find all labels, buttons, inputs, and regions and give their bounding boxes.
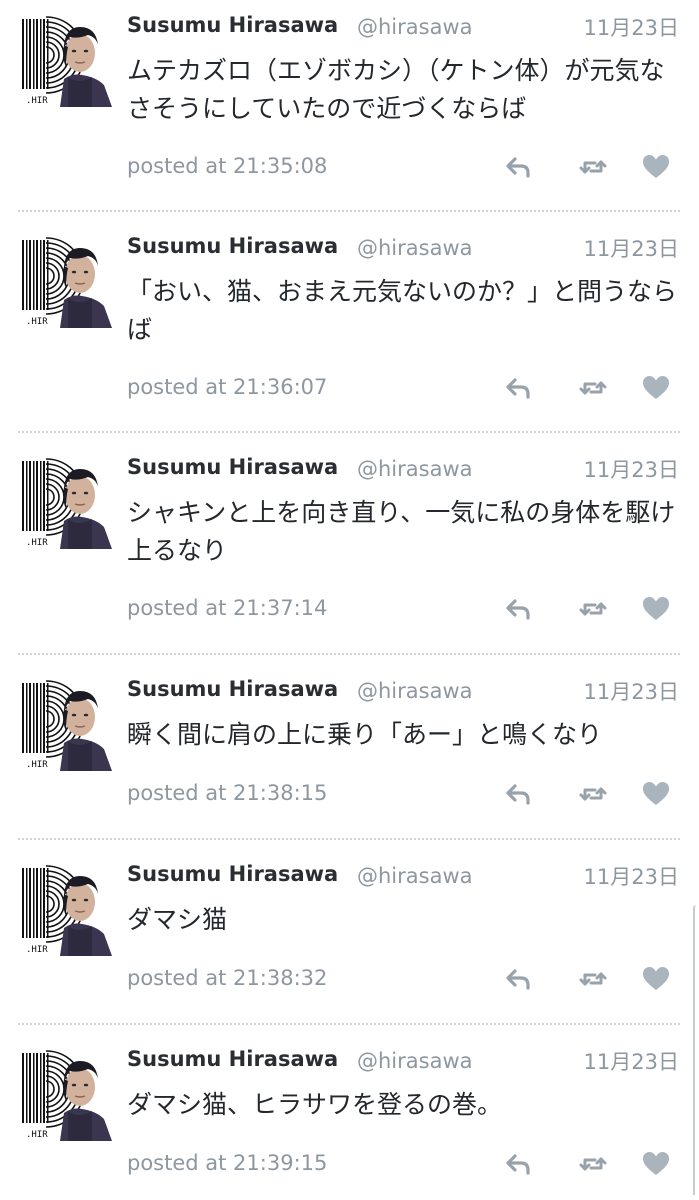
author-handle[interactable]: @hirasawa — [357, 1049, 473, 1073]
tweet-text: ダマシ猫 — [127, 905, 228, 934]
author-name[interactable]: Susumu Hirasawa — [127, 1047, 338, 1071]
avatar-caption: .HIR — [26, 760, 48, 770]
retweet-icon[interactable] — [578, 152, 608, 182]
author-handle[interactable]: @hirasawa — [357, 15, 473, 39]
author-name[interactable]: Susumu Hirasawa — [127, 234, 338, 258]
author-name[interactable]: Susumu Hirasawa — [127, 455, 338, 479]
avatar-caption: .HIR — [26, 96, 48, 106]
reply-icon[interactable] — [504, 1149, 534, 1179]
heart-icon[interactable] — [641, 1149, 671, 1179]
author-name[interactable]: Susumu Hirasawa — [127, 862, 338, 886]
reply-icon[interactable] — [504, 964, 534, 994]
tweet-item[interactable]: .HIR Susumu Hirasawa @hirasawa 11月23日 瞬く… — [0, 664, 699, 839]
tweet-divider — [18, 838, 680, 840]
tweet-item[interactable]: .HIR Susumu Hirasawa @hirasawa 11月23日 ダマ… — [0, 1034, 699, 1200]
posted-time: posted at 21:39:15 — [127, 1151, 328, 1175]
tweet-divider — [18, 431, 680, 433]
author-handle[interactable]: @hirasawa — [357, 864, 473, 888]
heart-icon[interactable] — [641, 594, 671, 624]
avatar-caption: .HIR — [26, 1130, 48, 1140]
scroll-indicator[interactable] — [693, 905, 699, 1195]
posted-time: posted at 21:35:08 — [127, 154, 328, 178]
retweet-icon[interactable] — [578, 373, 608, 403]
avatar[interactable]: .HIR — [20, 15, 112, 107]
posted-time: posted at 21:37:14 — [127, 596, 328, 620]
tweet-item[interactable]: .HIR Susumu Hirasawa @hirasawa 11月23日 シャ… — [0, 442, 699, 663]
tweet-text: ダマシ猫、ヒラサワを登るの巻。 — [127, 1090, 503, 1119]
retweet-icon[interactable] — [578, 1149, 608, 1179]
avatar-caption: .HIR — [26, 317, 48, 327]
retweet-icon[interactable] — [578, 964, 608, 994]
avatar-caption: .HIR — [26, 538, 48, 548]
author-handle[interactable]: @hirasawa — [357, 679, 473, 703]
reply-icon[interactable] — [504, 152, 534, 182]
heart-icon[interactable] — [641, 964, 671, 994]
tweet-item[interactable]: .HIR Susumu Hirasawa @hirasawa 11月23日 「お… — [0, 221, 699, 442]
heart-icon[interactable] — [641, 152, 671, 182]
avatar[interactable]: .HIR — [20, 864, 112, 956]
author-name[interactable]: Susumu Hirasawa — [127, 13, 338, 37]
tweet-text: 瞬く間に肩の上に乗り「あー」と鳴くなり — [127, 720, 603, 749]
author-name[interactable]: Susumu Hirasawa — [127, 677, 338, 701]
avatar-caption: .HIR — [26, 945, 48, 955]
tweet-divider — [18, 210, 680, 212]
author-handle[interactable]: @hirasawa — [357, 457, 473, 481]
reply-icon[interactable] — [504, 373, 534, 403]
tweet-item[interactable]: .HIR Susumu Hirasawa @hirasawa 11月23日 ムテ… — [0, 0, 699, 221]
posted-time: posted at 21:38:32 — [127, 966, 328, 990]
reply-icon[interactable] — [504, 594, 534, 624]
avatar[interactable]: .HIR — [20, 236, 112, 328]
tweet-date[interactable]: 11月23日 — [584, 454, 679, 484]
tweet-text: 「おい、猫、おまえ元気ないのか？」と問うならば — [127, 277, 678, 344]
tweet-item[interactable]: .HIR Susumu Hirasawa @hirasawa 11月23日 ダマ… — [0, 849, 699, 1024]
reply-icon[interactable] — [504, 779, 534, 809]
retweet-icon[interactable] — [578, 594, 608, 624]
avatar[interactable]: .HIR — [20, 1049, 112, 1141]
tweet-date[interactable]: 11月23日 — [584, 1046, 679, 1076]
avatar[interactable]: .HIR — [20, 457, 112, 549]
posted-time: posted at 21:36:07 — [127, 375, 328, 399]
retweet-icon[interactable] — [578, 779, 608, 809]
tweet-text: シャキンと上を向き直り、一気に私の身体を駆け上るなり — [127, 498, 676, 565]
heart-icon[interactable] — [641, 779, 671, 809]
heart-icon[interactable] — [641, 373, 671, 403]
tweet-date[interactable]: 11月23日 — [584, 12, 679, 42]
posted-time: posted at 21:38:15 — [127, 781, 328, 805]
tweet-divider — [18, 653, 680, 655]
tweet-timeline: .HIR Susumu Hirasawa @hirasawa 11月23日 ムテ… — [0, 0, 699, 1200]
author-handle[interactable]: @hirasawa — [357, 236, 473, 260]
tweet-text: ムテカズロ（エゾボカシ）（ケトン体）が元気なさそうにしていたので近づくならば — [127, 56, 665, 123]
avatar[interactable]: .HIR — [20, 679, 112, 771]
tweet-date[interactable]: 11月23日 — [584, 861, 679, 891]
tweet-date[interactable]: 11月23日 — [584, 676, 679, 706]
tweet-divider — [18, 1023, 680, 1025]
tweet-date[interactable]: 11月23日 — [584, 233, 679, 263]
